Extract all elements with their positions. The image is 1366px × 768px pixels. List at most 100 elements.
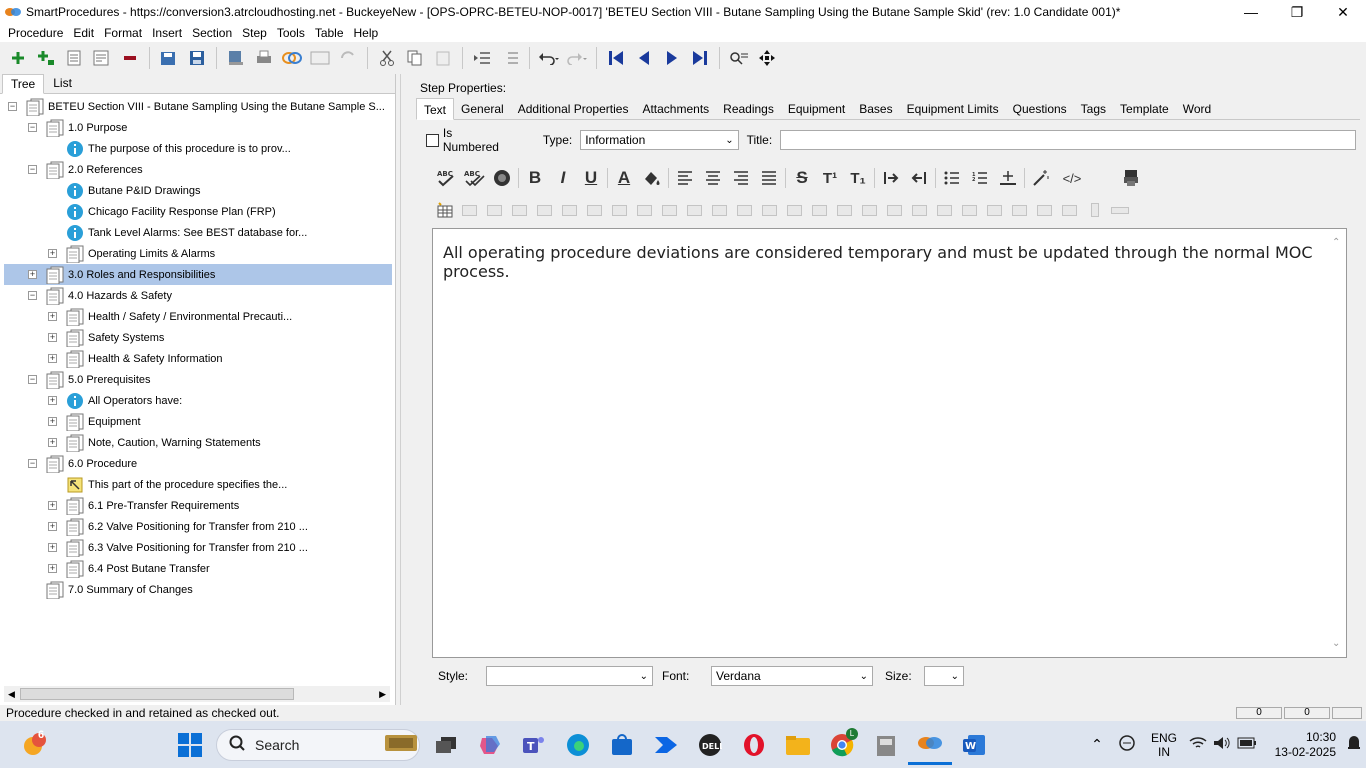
taskbar-search[interactable]: Search [216,728,420,761]
table-tool-icon[interactable] [1082,199,1107,221]
close-button[interactable]: ✕ [1320,0,1366,24]
strikethrough-button[interactable]: S [788,165,816,191]
battery-icon[interactable] [1234,737,1260,752]
tree-node[interactable]: 7.0 Summary of Changes [4,579,193,600]
horizontal-scrollbar[interactable]: ◀ ▶ [4,686,390,702]
insert-line-icon[interactable] [994,165,1022,191]
collapse-icon[interactable]: − [28,375,37,384]
file-explorer-icon[interactable] [776,725,820,765]
collapse-icon[interactable]: − [8,102,17,111]
text-editor[interactable]: All operating procedure deviations are c… [432,228,1347,658]
store-icon[interactable] [600,725,644,765]
expand-icon[interactable]: + [48,564,57,573]
expand-icon[interactable]: + [48,396,57,405]
table-tool-icon[interactable] [1107,199,1132,221]
save-checkin-icon[interactable] [155,45,183,71]
is-numbered-checkbox[interactable] [426,133,439,147]
expand-icon[interactable]: + [48,333,57,342]
table-tool-icon[interactable] [982,199,1007,221]
expand-icon[interactable]: + [48,501,57,510]
clock[interactable]: 10:30 13-02-2025 [1260,730,1336,760]
language-indicator[interactable]: ENG IN [1142,731,1186,759]
table-tool-icon[interactable] [782,199,807,221]
collapse-icon[interactable]: − [28,459,37,468]
first-icon[interactable] [602,45,630,71]
chain-icon[interactable] [278,45,306,71]
tab-attachments[interactable]: Attachments [635,98,716,120]
tab-tree[interactable]: Tree [2,74,45,94]
table-tool-icon[interactable] [1032,199,1057,221]
table-tool-icon[interactable] [607,199,632,221]
globe-icon[interactable] [488,165,516,191]
menu-tools[interactable]: Tools [272,26,310,40]
table-tool-icon[interactable] [707,199,732,221]
tree-node[interactable]: − 1.0 Purpose [4,117,127,138]
tree-node[interactable]: − 2.0 References [4,159,143,180]
tree-node[interactable]: The purpose of this procedure is to prov… [4,138,291,159]
scroll-up-icon[interactable]: ⌃ [1332,237,1340,248]
minimize-button[interactable]: — [1228,0,1274,24]
tab-readings[interactable]: Readings [716,98,781,120]
power-automate-icon[interactable] [644,725,688,765]
superscript-button[interactable]: T¹ [816,165,844,191]
tree-node[interactable]: Chicago Facility Response Plan (FRP) [4,201,276,222]
collapse-icon[interactable]: − [28,165,37,174]
scroll-right-icon[interactable]: ▶ [379,689,386,700]
start-icon[interactable] [168,725,212,765]
table-tool-icon[interactable] [657,199,682,221]
collapse-icon[interactable]: − [28,123,37,132]
tab-additional-properties[interactable]: Additional Properties [511,98,636,120]
style-select[interactable]: ⌄ [486,666,653,686]
tree-node[interactable]: + Equipment [4,411,141,432]
subscript-button[interactable]: T₁ [844,165,872,191]
scroll-down-icon[interactable]: ⌄ [1332,638,1340,649]
disabled-tool-icon[interactable] [334,45,362,71]
tab-template[interactable]: Template [1113,98,1176,120]
spellcheck-all-icon[interactable]: ABC [460,165,488,191]
panel-splitter[interactable] [400,74,406,705]
size-select[interactable]: ⌄ [924,666,964,686]
save-icon[interactable] [183,45,211,71]
next-icon[interactable] [658,45,686,71]
add-child-icon[interactable] [32,45,60,71]
task-view-icon[interactable] [424,725,468,765]
print-preview-icon[interactable] [1117,165,1145,191]
tree-node[interactable]: Tank Level Alarms: See BEST database for… [4,222,307,243]
editor-scrollbar[interactable]: ⌃ ⌄ [1330,231,1344,655]
smartprocedures-taskbar-icon[interactable] [908,725,952,765]
bullet-list-icon[interactable] [938,165,966,191]
numbered-list-icon[interactable]: 12 [966,165,994,191]
table-tool-icon[interactable] [582,199,607,221]
expand-icon[interactable]: + [48,312,57,321]
scrollbar-thumb[interactable] [20,688,294,700]
tab-tags[interactable]: Tags [1074,98,1113,120]
table-tool-icon[interactable] [882,199,907,221]
justify-icon[interactable] [755,165,783,191]
tab-equipment[interactable]: Equipment [781,98,852,120]
remove-icon[interactable] [116,45,144,71]
archive-app-icon[interactable] [864,725,908,765]
wifi-icon[interactable] [1186,736,1210,753]
tree-node[interactable]: + Operating Limits & Alarms [4,243,215,264]
expand-icon[interactable]: + [48,249,57,258]
table-tool-icon[interactable] [632,199,657,221]
expand-icon[interactable]: + [48,522,57,531]
expand-icon[interactable]: + [48,438,57,447]
scroll-left-icon[interactable]: ◀ [8,689,15,700]
table-tool-icon[interactable] [757,199,782,221]
tree-node[interactable]: +6.1 Pre-Transfer Requirements [4,495,239,516]
underline-button[interactable]: U [577,165,605,191]
redo-icon[interactable] [563,45,591,71]
form-icon[interactable] [306,45,334,71]
maximize-button[interactable]: ❐ [1274,0,1320,24]
move-icon[interactable] [753,45,781,71]
table-tool-icon[interactable] [532,199,557,221]
table-tool-icon[interactable] [557,199,582,221]
table-tool-icon[interactable] [507,199,532,221]
menu-format[interactable]: Format [99,26,147,40]
type-select[interactable]: Information ⌄ [580,130,739,150]
print-icon[interactable] [250,45,278,71]
previous-icon[interactable] [630,45,658,71]
spellcheck-icon[interactable]: ABC [432,165,460,191]
notifications-icon[interactable] [1342,735,1366,754]
